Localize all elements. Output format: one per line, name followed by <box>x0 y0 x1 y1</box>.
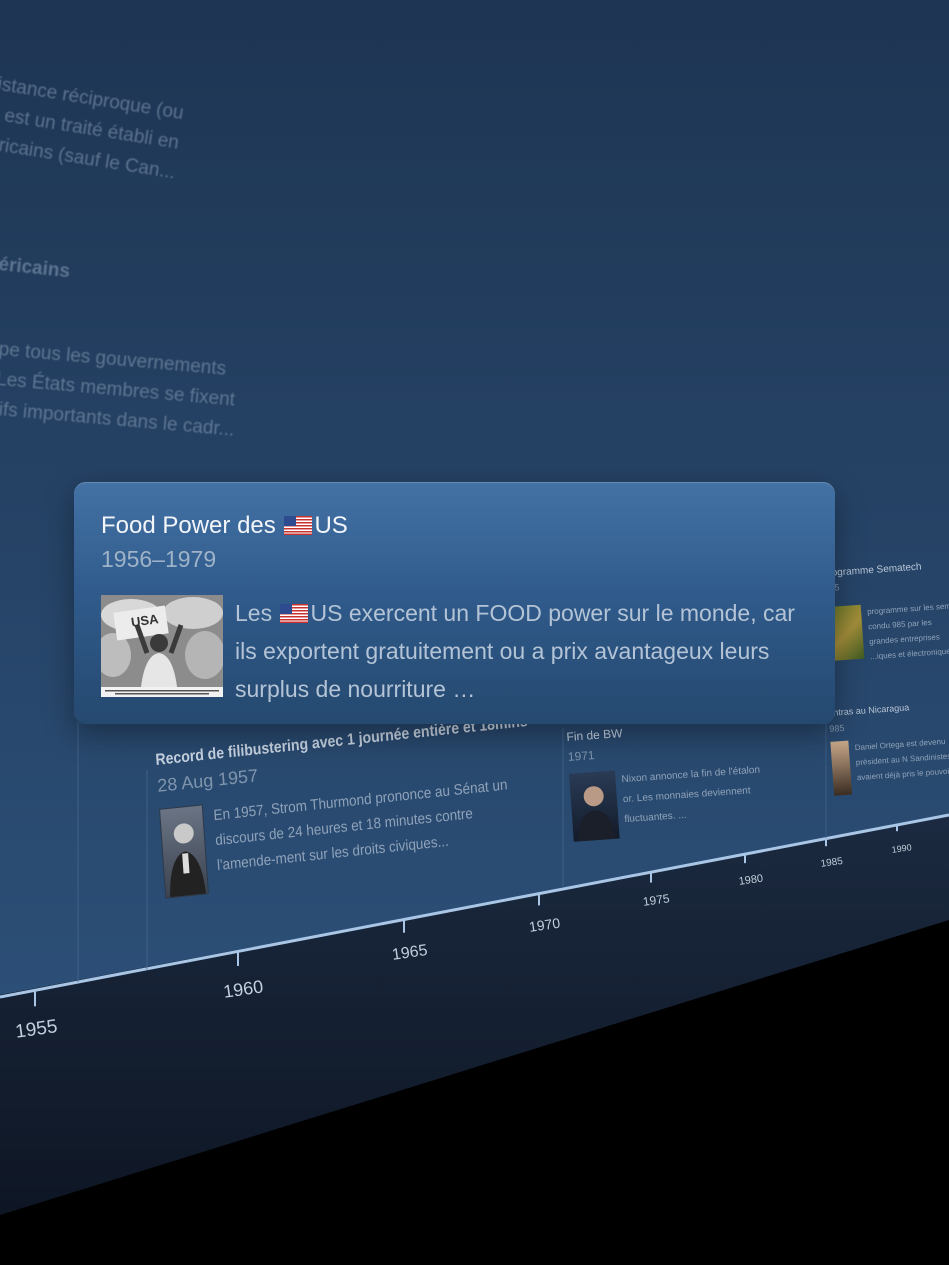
event-thumbnail <box>830 604 865 661</box>
featured-event-description: Les US exercent un FOOD power sur le mon… <box>235 594 805 708</box>
event-thumbnail <box>569 770 620 842</box>
event-card-sematech[interactable]: rogramme Sematech 85 programme sur les s… <box>828 559 949 667</box>
featured-event-title: Food Power des US <box>101 512 348 540</box>
title-suffix: US <box>314 512 348 539</box>
event-description: Daniel Ortega est devenu président au N … <box>854 736 949 783</box>
person-portrait-icon <box>170 823 206 898</box>
event-description: programme sur les semi-condu 985 par les… <box>866 601 949 662</box>
event-description: Nixon annonce la fin de l'étalon or. Les… <box>621 764 761 826</box>
us-flag-icon <box>280 604 309 623</box>
title-prefix: Food Power des <box>101 512 276 539</box>
person-portrait-icon <box>577 786 616 842</box>
featured-event-thumbnail: USA <box>101 595 223 697</box>
featured-event-card[interactable]: Food Power des US 1956–1979 USA Les US e… <box>74 482 835 724</box>
event-card-contras[interactable]: ontras au Nicaragua 985 Daniel Ortega es… <box>828 699 949 796</box>
event-thumbnail <box>158 804 210 899</box>
featured-event-dates: 1956–1979 <box>101 546 217 572</box>
event-date: 985 <box>829 722 845 734</box>
text-prefix: Les <box>235 600 273 626</box>
food-aid-photo-icon <box>101 595 223 697</box>
text-body: US exercent un FOOD power sur le monde, … <box>235 600 795 702</box>
timeline-viewport: istance réciproque (ou ) est un traité é… <box>0 0 949 1265</box>
event-thumbnail <box>830 740 853 796</box>
us-flag-icon <box>284 516 313 535</box>
event-card-fin-de-bw[interactable]: Fin de BW 1971 Nixon annonce la fin de l… <box>566 716 775 842</box>
